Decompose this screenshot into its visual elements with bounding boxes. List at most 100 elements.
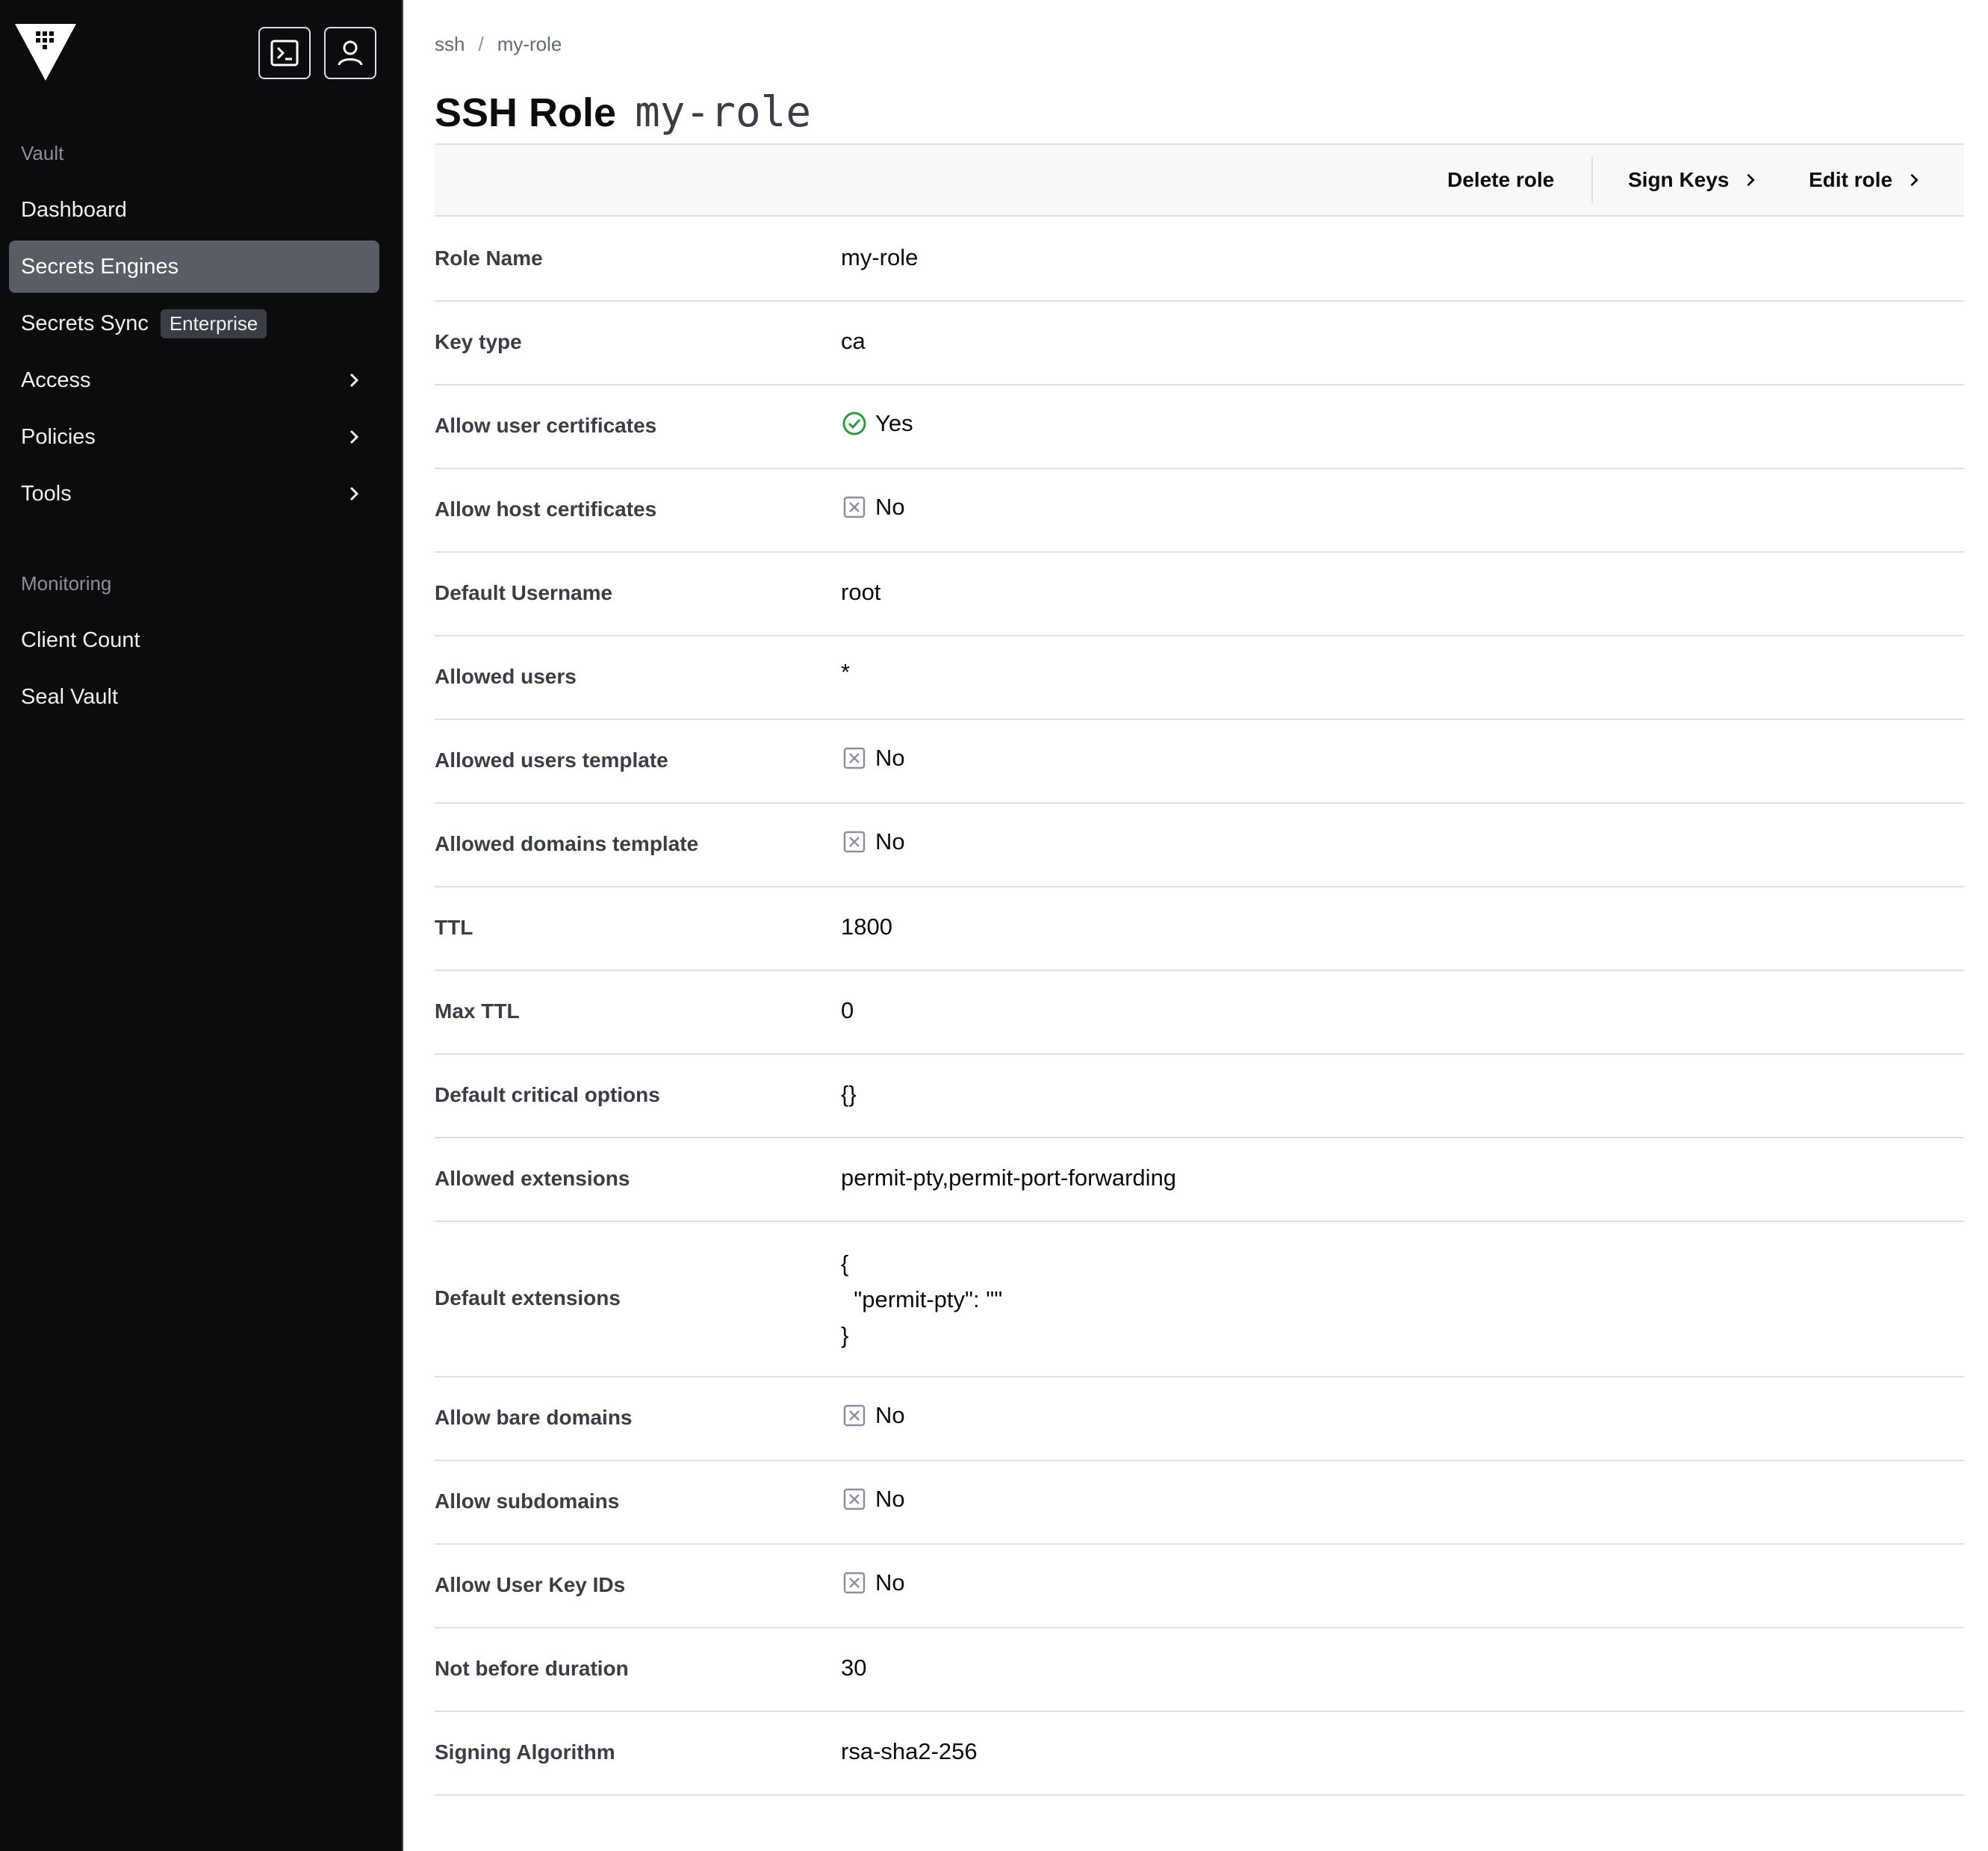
detail-row-allowed-users-template: Allowed users template No: [435, 720, 1964, 804]
detail-label: Not before duration: [435, 1657, 629, 1680]
detail-value: 1800: [841, 914, 892, 940]
detail-value: *: [841, 659, 851, 685]
terminal-icon: [270, 40, 299, 66]
detail-label: Default extensions: [435, 1286, 621, 1309]
detail-value: {}: [841, 1081, 857, 1107]
nav-section-monitoring: Monitoring: [21, 572, 112, 595]
detail-row-allow-bare-domains: Allow bare domains No: [435, 1377, 1964, 1461]
detail-label: Default critical options: [435, 1083, 660, 1106]
detail-label: TTL: [435, 916, 473, 939]
nav-item-client-count[interactable]: Client Count: [9, 614, 379, 666]
user-menu-button[interactable]: [324, 27, 376, 79]
detail-row-key-type: Key type ca: [435, 302, 1964, 385]
detail-value: 0: [841, 997, 854, 1023]
detail-value-wrap: Yes: [841, 410, 913, 437]
breadcrumb-separator: /: [478, 33, 484, 55]
edit-role-link[interactable]: Edit role: [1809, 145, 1922, 215]
detail-value: No: [875, 1402, 905, 1428]
detail-label: Allow bare domains: [435, 1406, 633, 1429]
x-square-icon: [843, 747, 866, 769]
detail-label: Allow host certificates: [435, 497, 657, 521]
nav-item-tools[interactable]: Tools: [9, 468, 379, 520]
breadcrumb-link-ssh[interactable]: ssh: [435, 33, 465, 56]
chevron-right-icon: [1747, 173, 1756, 187]
detail-label: Allowed users template: [435, 748, 668, 772]
nav-item-label: Policies: [21, 424, 96, 449]
detail-value: No: [875, 1486, 905, 1512]
enterprise-badge: Enterprise: [160, 308, 267, 338]
nav-item-secrets-engines[interactable]: Secrets Engines: [9, 241, 379, 293]
detail-value: No: [875, 828, 905, 855]
detail-value: rsa-sha2-256: [841, 1738, 978, 1764]
sign-keys-link[interactable]: Sign Keys: [1628, 145, 1759, 215]
detail-label: Signing Algorithm: [435, 1740, 615, 1764]
detail-row-allowed-domains-template: Allowed domains template No: [435, 804, 1964, 887]
detail-label: Role Name: [435, 247, 543, 270]
check-circle-icon: [842, 412, 866, 435]
detail-row-allow-user-key-ids: Allow User Key IDs No: [435, 1545, 1964, 1628]
detail-row-allow-subdomains: Allow subdomains No: [435, 1461, 1964, 1545]
detail-row-allow-user-certificates: Allow user certificates Yes: [435, 385, 1964, 469]
nav-section-vault: Vault: [21, 142, 64, 164]
nav-item-secrets-sync[interactable]: Secrets Sync Enterprise: [9, 297, 379, 350]
toolbar-divider: [1591, 157, 1593, 203]
detail-value: root: [841, 579, 881, 605]
nav-item-label: Tools: [21, 481, 72, 506]
page-title: SSH Role my-role: [435, 88, 811, 137]
detail-value: No: [875, 1569, 905, 1596]
detail-value-wrap: No: [841, 1569, 905, 1596]
nav-item-label: Secrets Sync: [21, 311, 149, 335]
detail-value: 30: [841, 1655, 867, 1681]
detail-label: Allowed users: [435, 665, 577, 688]
vault-logo-icon[interactable]: [15, 22, 76, 82]
nav-item-access[interactable]: Access: [9, 354, 379, 406]
detail-value: No: [875, 494, 905, 520]
detail-value: permit-pty,permit-port-forwarding: [841, 1165, 1177, 1191]
detail-row-max-ttl: Max TTL 0: [435, 971, 1964, 1055]
detail-row-signing-algorithm: Signing Algorithm rsa-sha2-256: [435, 1712, 1964, 1796]
nav-item-label: Client Count: [21, 627, 140, 652]
detail-value: No: [875, 745, 905, 771]
delete-role-button[interactable]: Delete role: [1447, 145, 1554, 215]
detail-label: Allowed domains template: [435, 832, 699, 855]
nav-item-policies[interactable]: Policies: [9, 411, 379, 463]
detail-label: Allowed extensions: [435, 1167, 630, 1190]
breadcrumb: ssh / my-role: [435, 33, 562, 56]
chevron-right-icon: [1910, 173, 1919, 187]
console-button[interactable]: [258, 27, 311, 79]
breadcrumb-link-role[interactable]: my-role: [497, 33, 562, 56]
detail-value: { "permit-pty": "" }: [841, 1250, 1003, 1348]
nav-item-label: Access: [21, 368, 91, 392]
detail-label: Key type: [435, 330, 522, 353]
page-title-text: SSH Role: [435, 90, 617, 135]
detail-value-wrap: No: [841, 1486, 905, 1513]
detail-row-default-extensions: Default extensions { "permit-pty": "" }: [435, 1222, 1964, 1377]
nav-item-dashboard[interactable]: Dashboard: [9, 184, 379, 236]
detail-label: Allow User Key IDs: [435, 1573, 626, 1596]
detail-value: my-role: [841, 244, 919, 270]
nav-item-seal-vault[interactable]: Seal Vault: [9, 671, 379, 723]
detail-value: Yes: [875, 410, 913, 436]
nav-item-label: Dashboard: [21, 197, 127, 222]
chevron-right-icon: [350, 486, 359, 501]
detail-row-default-username: Default Username root: [435, 553, 1964, 636]
detail-value-wrap: No: [841, 828, 905, 855]
edit-role-label: Edit role: [1809, 168, 1893, 191]
detail-label: Default Username: [435, 581, 613, 604]
detail-value-wrap: No: [841, 745, 905, 772]
x-square-icon: [843, 1488, 866, 1510]
page-title-role-name: my-role: [635, 88, 812, 137]
detail-value-wrap: No: [841, 1402, 905, 1429]
x-square-icon: [843, 831, 866, 853]
sidebar: Vault Dashboard Secrets Engines Secrets …: [0, 0, 403, 1851]
detail-row-ttl: TTL 1800: [435, 887, 1964, 971]
detail-label: Allow subdomains: [435, 1489, 620, 1513]
sign-keys-label: Sign Keys: [1628, 168, 1730, 191]
nav-item-label: Seal Vault: [21, 684, 119, 709]
detail-row-not-before-duration: Not before duration 30: [435, 1628, 1964, 1712]
detail-row-allowed-extensions: Allowed extensions permit-pty,permit-por…: [435, 1138, 1964, 1222]
x-square-icon: [843, 1404, 866, 1427]
toolbar: Delete role Sign Keys Edit role: [435, 143, 1964, 217]
x-square-icon: [843, 1572, 866, 1594]
chevron-right-icon: [350, 430, 359, 444]
